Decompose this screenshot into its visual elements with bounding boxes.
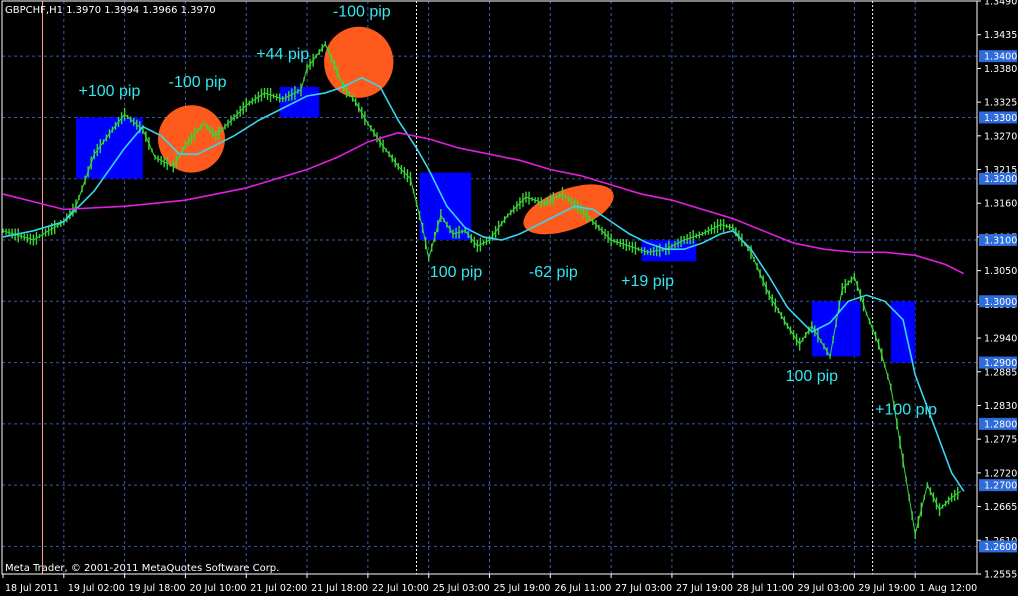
price-tick-label: 1.2555 [984,570,1017,581]
time-tick-label: 26 Jul 11:00 [554,583,611,594]
time-tick-label: 28 Jul 11:00 [737,583,794,594]
price-tick-label: 1.3160 [984,199,1017,210]
pip-annotation: -62 pip [529,264,578,281]
time-tick-label: 22 Jul 10:00 [372,583,429,594]
price-tick-label: 1.3435 [984,30,1017,41]
signal-box [279,86,320,118]
time-tick-label: 27 Jul 19:00 [676,583,733,594]
time-tick-label: 20 Jul 10:00 [189,583,246,594]
pip-annotation: +44 pip [256,46,309,63]
price-tick-label: 1.3325 [984,98,1017,109]
pip-annotation: 100 pip [786,368,839,385]
price-chart[interactable]: +100 pip -100 pip +44 pip -100 pip 100 pip -6… [0,0,1018,596]
price-tick-label: 1.3380 [984,64,1017,75]
level-marker-label: 1.2800 [984,419,1017,430]
chart-background [0,0,1018,596]
time-tick-label: 21 Jul 18:00 [311,583,368,594]
price-tick-label: 1.3270 [984,131,1017,142]
level-marker-label: 1.3300 [984,113,1017,124]
pip-annotation: +100 pip [79,83,141,100]
pip-annotation: -100 pip [169,74,227,91]
pip-annotation: +100 pip [875,402,937,419]
pip-annotation: +19 pip [621,273,674,290]
time-tick-label: 27 Jul 03:00 [615,583,672,594]
time-tick-label: 21 Jul 02:00 [250,583,307,594]
price-tick-label: 1.3490 [984,0,1017,8]
signal-box [419,172,472,241]
price-tick-label: 1.3050 [984,266,1017,277]
time-tick-label: 19 Jul 02:00 [68,583,125,594]
pip-annotation: 100 pip [430,264,483,281]
time-tick-label: 18 Jul 2011 [5,583,59,594]
price-tick-label: 1.2665 [984,502,1017,513]
pip-annotation: -100 pip [333,3,391,20]
time-tick-label: 25 Jul 03:00 [433,583,490,594]
level-marker-label: 1.2900 [984,358,1017,369]
time-tick-label: 29 Jul 03:00 [798,583,855,594]
level-marker-label: 1.2600 [984,542,1017,553]
price-tick-label: 1.2775 [984,435,1017,446]
time-tick-label: 1 Aug 12:00 [919,583,977,594]
level-marker-label: 1.3200 [984,174,1017,185]
price-tick-label: 1.2940 [984,334,1017,345]
time-tick-label: 29 Jul 19:00 [858,583,915,594]
time-tick-label: 19 Jul 18:00 [129,583,186,594]
symbol-header: GBPCHF,H1 1.3970 1.3994 1.3966 1.3970 [5,5,216,16]
level-marker-label: 1.3400 [984,52,1017,63]
time-tick-label: 25 Jul 19:00 [494,583,551,594]
price-tick-label: 1.2720 [984,468,1017,479]
level-marker-label: 1.3000 [984,297,1017,308]
level-marker-label: 1.3100 [984,236,1017,247]
price-tick-label: 1.2830 [984,401,1017,412]
level-marker-label: 1.2700 [984,481,1017,492]
copyright-footer: Meta Trader, © 2001-2011 MetaQuotes Soft… [5,563,279,574]
